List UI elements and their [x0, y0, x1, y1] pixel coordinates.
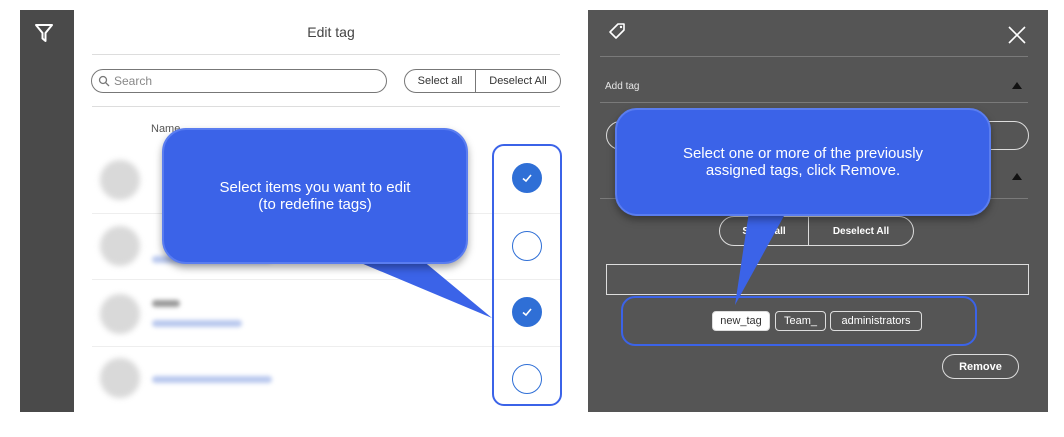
callout-text: Select items you want to edit (to redefi…	[219, 179, 411, 213]
callout-pointers	[330, 205, 790, 318]
callout-select-items: Select items you want to edit (to redefi…	[162, 128, 468, 264]
callout-text: Select one or more of the previously ass…	[682, 145, 924, 179]
right-callout-pointer	[735, 205, 790, 305]
callout-remove-tags: Select one or more of the previously ass…	[615, 108, 991, 216]
